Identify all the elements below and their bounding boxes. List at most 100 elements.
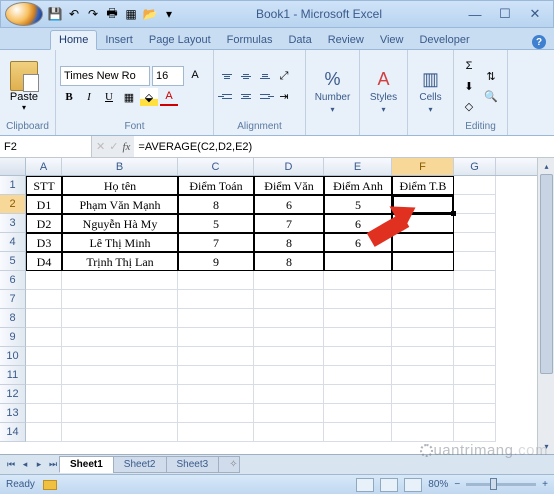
print-icon[interactable]: 🖶 <box>104 6 120 22</box>
cell[interactable] <box>254 271 324 290</box>
font-color-button[interactable]: A <box>160 88 178 106</box>
scroll-up-icon[interactable]: ▴ <box>538 158 554 174</box>
cell[interactable] <box>26 328 62 347</box>
sheet-tab-2[interactable]: Sheet2 <box>113 456 167 473</box>
cells-button[interactable]: ▥Cells▾ <box>412 69 449 114</box>
cell[interactable]: 6 <box>254 195 324 214</box>
cell[interactable]: 7 <box>178 233 254 252</box>
row-header[interactable]: 12 <box>0 385 26 404</box>
cell[interactable] <box>324 271 392 290</box>
align-top-button[interactable] <box>218 67 236 85</box>
row-header[interactable]: 7 <box>0 290 26 309</box>
sort-filter-button[interactable]: ⇅ <box>482 67 500 85</box>
paste-button[interactable]: Paste▾ <box>4 61 44 112</box>
cell[interactable] <box>254 366 324 385</box>
new-icon[interactable]: ▦ <box>123 6 139 22</box>
undo-icon[interactable]: ↶ <box>66 6 82 22</box>
row-header[interactable]: 5 <box>0 252 26 271</box>
cell[interactable] <box>454 385 496 404</box>
cell[interactable] <box>178 423 254 442</box>
row-header[interactable]: 14 <box>0 423 26 442</box>
col-header-g[interactable]: G <box>454 158 496 175</box>
cell[interactable] <box>178 385 254 404</box>
cell[interactable] <box>26 290 62 309</box>
cell[interactable]: Điểm Văn <box>254 176 324 195</box>
scrollbar-thumb[interactable] <box>540 174 553 374</box>
first-sheet-icon[interactable]: ⏮ <box>4 458 18 472</box>
row-header[interactable]: 8 <box>0 309 26 328</box>
row-header[interactable]: 10 <box>0 347 26 366</box>
row-header[interactable]: 3 <box>0 214 26 233</box>
cell[interactable] <box>62 423 178 442</box>
zoom-in-button[interactable]: + <box>542 479 548 490</box>
cell[interactable] <box>26 385 62 404</box>
cell[interactable] <box>324 252 392 271</box>
cell[interactable] <box>254 309 324 328</box>
indent-button[interactable]: ⇥ <box>275 87 293 105</box>
close-button[interactable]: ✕ <box>521 5 549 23</box>
cell[interactable] <box>178 347 254 366</box>
bold-button[interactable]: B <box>60 88 78 106</box>
font-size-input[interactable] <box>152 66 184 86</box>
cell[interactable] <box>454 423 496 442</box>
formula-bar[interactable]: =AVERAGE(C2,D2,E2) <box>134 136 554 157</box>
cell[interactable]: Điểm Toán <box>178 176 254 195</box>
cell[interactable] <box>454 233 496 252</box>
last-sheet-icon[interactable]: ⏭ <box>46 458 60 472</box>
help-icon[interactable]: ? <box>532 35 546 49</box>
fill-button[interactable]: ⬇ <box>460 77 478 95</box>
cell[interactable] <box>454 214 496 233</box>
tab-view[interactable]: View <box>372 31 412 49</box>
cell[interactable] <box>178 328 254 347</box>
zoom-slider-thumb[interactable] <box>490 478 497 490</box>
cell[interactable] <box>254 385 324 404</box>
col-header-b[interactable]: B <box>62 158 178 175</box>
col-header-d[interactable]: D <box>254 158 324 175</box>
tab-insert[interactable]: Insert <box>97 31 141 49</box>
cell[interactable] <box>392 404 454 423</box>
cell[interactable] <box>62 328 178 347</box>
cell[interactable] <box>178 271 254 290</box>
cell[interactable] <box>454 252 496 271</box>
cell[interactable] <box>178 404 254 423</box>
grow-font-icon[interactable]: A <box>186 66 204 84</box>
cell[interactable] <box>324 290 392 309</box>
cell[interactable] <box>324 366 392 385</box>
cell[interactable] <box>254 404 324 423</box>
cell[interactable]: Lê Thị Minh <box>62 233 178 252</box>
cancel-formula-icon[interactable]: ✕ <box>96 140 105 153</box>
name-box[interactable]: F2 <box>0 136 92 157</box>
vertical-scrollbar[interactable]: ▴ ▾ <box>537 158 554 454</box>
border-button[interactable]: ▦ <box>120 88 138 106</box>
cell[interactable] <box>392 290 454 309</box>
cell[interactable]: 7 <box>254 214 324 233</box>
normal-view-button[interactable] <box>356 478 374 492</box>
cell[interactable] <box>324 347 392 366</box>
page-layout-view-button[interactable] <box>380 478 398 492</box>
align-middle-button[interactable] <box>237 67 255 85</box>
align-left-button[interactable] <box>218 87 236 105</box>
row-header[interactable]: 4 <box>0 233 26 252</box>
cell[interactable] <box>26 347 62 366</box>
col-header-c[interactable]: C <box>178 158 254 175</box>
fx-icon[interactable]: fx <box>122 141 130 153</box>
page-break-view-button[interactable] <box>404 478 422 492</box>
cell[interactable]: 8 <box>178 195 254 214</box>
cell[interactable] <box>178 290 254 309</box>
office-button[interactable] <box>5 2 43 26</box>
cell[interactable]: 9 <box>178 252 254 271</box>
cell[interactable] <box>62 404 178 423</box>
underline-button[interactable]: U <box>100 88 118 106</box>
cell[interactable]: STT <box>26 176 62 195</box>
cell[interactable]: D4 <box>26 252 62 271</box>
cell[interactable]: 5 <box>178 214 254 233</box>
redo-icon[interactable]: ↷ <box>85 6 101 22</box>
tab-developer[interactable]: Developer <box>411 31 477 49</box>
orientation-button[interactable]: ⤢ <box>275 67 293 85</box>
cell[interactable] <box>62 309 178 328</box>
cell[interactable] <box>454 404 496 423</box>
cell[interactable]: D1 <box>26 195 62 214</box>
worksheet-grid[interactable]: A B C D E F G 1234567891011121314 STT Họ… <box>0 158 554 454</box>
zoom-slider[interactable] <box>466 483 536 486</box>
tab-formulas[interactable]: Formulas <box>219 31 281 49</box>
